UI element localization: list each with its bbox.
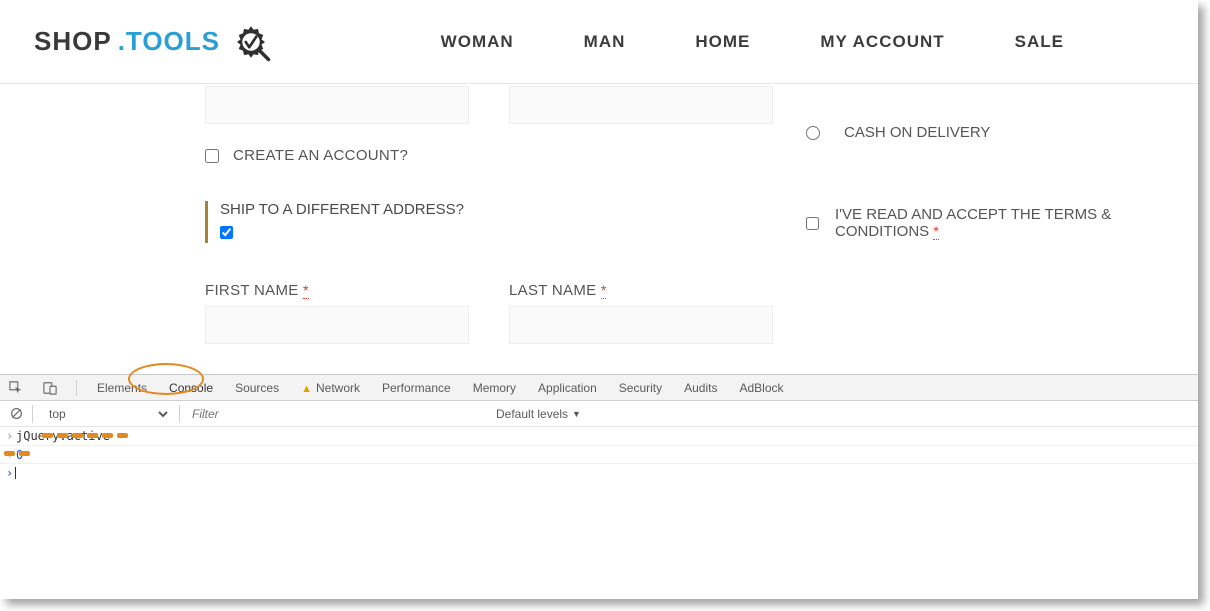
- console-context-select[interactable]: top: [41, 404, 171, 424]
- chevron-down-icon: ▼: [572, 409, 581, 419]
- main-nav: WOMAN MAN HOME MY ACCOUNT SALE: [441, 32, 1164, 52]
- ship-different-label: SHIP TO A DIFFERENT ADDRESS?: [220, 201, 464, 218]
- clear-console-icon[interactable]: [8, 406, 24, 422]
- console-log: › jQuery.active ‹ 0 ›: [0, 427, 1198, 481]
- annotation-underline-input: [42, 433, 128, 438]
- nav-my-account[interactable]: MY ACCOUNT: [820, 32, 944, 52]
- payment-cod-radio[interactable]: [806, 126, 820, 140]
- warning-icon: ▲: [301, 383, 312, 395]
- field-above-left[interactable]: [205, 86, 469, 124]
- nav-woman[interactable]: WOMAN: [441, 32, 514, 52]
- nav-home[interactable]: HOME: [695, 32, 750, 52]
- last-name-label: LAST NAME: [509, 282, 601, 299]
- inspect-icon[interactable]: [8, 380, 24, 396]
- devtools-tab-adblock[interactable]: AdBlock: [737, 381, 785, 395]
- logo-text-shop: SHOP: [34, 26, 112, 57]
- devtools-tab-network[interactable]: ▲Network: [299, 381, 362, 395]
- first-name-required: *: [303, 282, 308, 299]
- devtools-tab-performance[interactable]: Performance: [380, 381, 453, 395]
- create-account-label: CREATE AN ACCOUNT?: [233, 147, 408, 164]
- devtools-tab-sources[interactable]: Sources: [233, 381, 281, 395]
- console-levels-select[interactable]: Default levels ▼: [496, 407, 581, 421]
- payment-cod-label: CASH ON DELIVERY: [844, 124, 990, 141]
- devtools-panel: Elements Console Sources ▲Network Perfor…: [0, 374, 1198, 481]
- checkout-form: CREATE AN ACCOUNT? SHIP TO A DIFFERENT A…: [0, 84, 1198, 374]
- terms-checkbox[interactable]: [806, 217, 819, 230]
- annotation-underline-output: [4, 451, 34, 456]
- console-filter-input[interactable]: [188, 405, 488, 423]
- devtools-tab-application[interactable]: Application: [536, 381, 599, 395]
- nav-sale[interactable]: SALE: [1015, 32, 1064, 52]
- ship-different-checkbox[interactable]: [220, 226, 233, 239]
- terms-required: *: [933, 223, 938, 240]
- devtools-tab-elements[interactable]: Elements: [95, 381, 149, 395]
- last-name-input[interactable]: [509, 306, 773, 344]
- devtools-tab-memory[interactable]: Memory: [471, 381, 518, 395]
- first-name-input[interactable]: [205, 306, 469, 344]
- console-prompt-chevron-icon: ›: [6, 466, 13, 480]
- gear-icon: [230, 21, 272, 63]
- site-logo[interactable]: SHOP.TOOLS: [34, 21, 272, 63]
- logo-text-tools: .TOOLS: [118, 26, 220, 57]
- nav-man[interactable]: MAN: [584, 32, 626, 52]
- devtools-tab-security[interactable]: Security: [617, 381, 664, 395]
- first-name-label: FIRST NAME: [205, 282, 303, 299]
- devtools-tab-console[interactable]: Console: [167, 381, 215, 395]
- terms-label: I'VE READ AND ACCEPT THE TERMS & CONDITI…: [835, 206, 1111, 240]
- field-above-right[interactable]: [509, 86, 773, 124]
- site-header: SHOP.TOOLS WOMAN MAN HOME MY ACCOUNT SAL…: [0, 0, 1198, 84]
- console-cursor[interactable]: [15, 467, 16, 479]
- last-name-required: *: [601, 282, 606, 299]
- create-account-checkbox[interactable]: [205, 149, 219, 163]
- device-toggle-icon[interactable]: [42, 380, 58, 396]
- console-input-chevron-icon: ›: [6, 429, 16, 443]
- devtools-tab-audits[interactable]: Audits: [682, 381, 719, 395]
